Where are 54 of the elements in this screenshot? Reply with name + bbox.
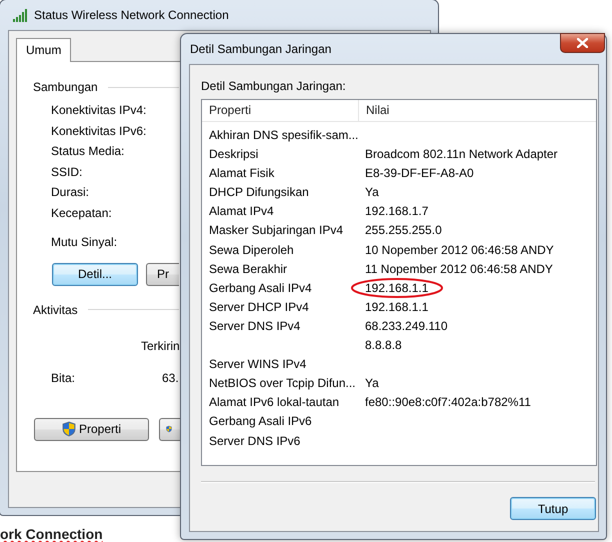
property-cell: Gerbang Asali IPv6	[209, 414, 312, 428]
property-cell: Server DNS IPv6	[209, 434, 300, 448]
tab[interactable]: Umum	[16, 38, 72, 62]
property-cell: Masker Subjaringan IPv4	[209, 223, 344, 238]
property-cell: Server DNS IPv4	[209, 318, 300, 333]
caption-text: ork Connection	[0, 526, 103, 542]
button[interactable]: Tutup	[510, 497, 596, 520]
value-cell: Broadcom 802.11n Network Adapter	[365, 147, 558, 162]
property-cell: Sewa Berakhir	[209, 262, 288, 276]
value-cell: 68.233.249.110	[365, 318, 448, 333]
field-label: Status Media:	[51, 143, 124, 160]
value-cell: 192.168.1.1	[365, 300, 428, 314]
field-label: Kecepatan:	[51, 204, 112, 222]
value-cell: 255.255.255.0	[365, 223, 442, 238]
field-label: Durasi:	[51, 184, 90, 201]
button[interactable]	[159, 418, 180, 440]
property-cell: NetBIOS over Tcpip Difun...	[209, 376, 356, 390]
field-label: Mutu Sinyal:	[51, 234, 118, 251]
property-cell: Server DHCP IPv4	[209, 300, 309, 314]
field-label: Konektivitas IPv6:	[51, 122, 146, 140]
close-icon	[577, 38, 588, 48]
signal-icon	[13, 8, 28, 22]
value-cell: 10 Nopember 2012 06:46:58 ANDY	[365, 242, 554, 257]
property-cell: Alamat IPv6 lokal-tautan	[209, 395, 340, 410]
group-title: Sambungan	[33, 80, 98, 94]
property-cell: Sewa Diperoleh	[209, 242, 294, 257]
value-cell: Ya	[365, 185, 379, 200]
property-cell: Alamat IPv4	[209, 204, 274, 218]
column-heading: Terkirin	[140, 338, 180, 352]
group-title: Aktivitas	[33, 302, 78, 316]
value-cell: 8.8.8.8	[365, 338, 402, 352]
heading-label: Detil Sambungan Jaringan:	[201, 78, 347, 95]
value-cell: 192.168.1.7	[365, 204, 428, 218]
property-cell: Akhiran DNS spesifik-sam...	[209, 128, 358, 142]
field-label: SSID:	[51, 164, 82, 180]
value-cell: E8-39-DF-EF-A8-A0	[365, 166, 474, 180]
field-value: 63.	[162, 370, 179, 384]
field-label: Bita:	[51, 370, 76, 384]
value-cell: 192.168.1.1	[365, 280, 428, 295]
button[interactable]: Detil...	[52, 262, 138, 286]
property-cell: DHCP Difungsikan	[209, 185, 309, 200]
property-cell: Deskripsi	[209, 147, 258, 162]
property-cell: Gerbang Asali IPv4	[209, 280, 312, 295]
property-cell: Server WINS IPv4	[209, 357, 306, 372]
value-cell: fe80::90e8:c0f7:402a:b782%11	[365, 395, 531, 410]
property-cell: Alamat Fisik	[209, 166, 274, 180]
window-title: Status Wireless Network Connection	[34, 8, 229, 22]
dialog-title: Detil Sambungan Jaringan	[190, 42, 332, 56]
field-label: Konektivitas IPv4:	[51, 102, 146, 119]
value-cell: Ya	[365, 376, 379, 390]
value-cell: 11 Nopember 2012 06:46:58 ANDY	[365, 262, 553, 276]
button[interactable]: Pr	[146, 262, 179, 286]
button[interactable]: Properti	[34, 418, 149, 440]
close-button[interactable]	[560, 33, 605, 53]
